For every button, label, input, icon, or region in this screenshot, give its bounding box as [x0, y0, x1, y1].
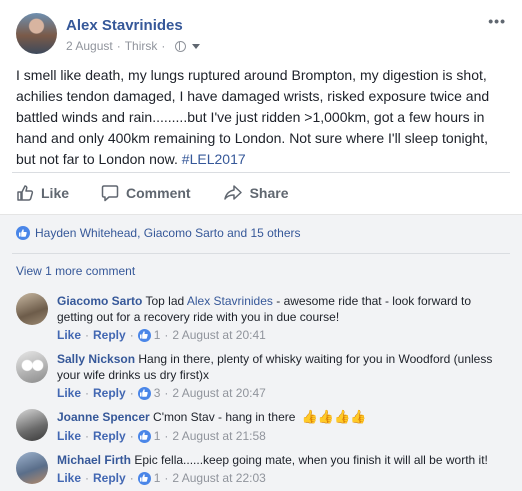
comment-like-link[interactable]: Like [57, 471, 81, 485]
comment-timestamp[interactable]: 2 August at 21:58 [172, 429, 265, 443]
post-date[interactable]: 2 August [66, 39, 113, 53]
comment-like-count[interactable]: 1 [154, 471, 161, 485]
share-label: Share [249, 185, 289, 201]
comment-like-count[interactable]: 1 [154, 328, 161, 342]
comment-actions: Like · Reply · 1 · 2 August at 21:58 [57, 429, 266, 443]
comment-body: Sally Nickson Hang in there, plenty of w… [57, 351, 507, 383]
comment-text: Epic fella......keep going mate, when yo… [134, 453, 488, 467]
comment-like-link[interactable]: Like [57, 386, 81, 400]
facebook-post: Alex Stavrinides 2 August · Thirsk · •••… [0, 0, 522, 491]
reactions-summary[interactable]: Hayden Whitehead, Giacomo Sarto and 15 o… [16, 226, 301, 240]
globe-icon [175, 40, 187, 52]
author-avatar[interactable] [16, 13, 57, 54]
comment-timestamp[interactable]: 2 August at 20:41 [172, 328, 265, 342]
separator: · [85, 328, 90, 342]
separator: · [129, 471, 134, 485]
separator: · [85, 386, 90, 400]
thumbs-up-icon [17, 185, 34, 201]
comment-icon [101, 185, 119, 202]
separator: · [129, 386, 134, 400]
comment-like-link[interactable]: Like [57, 328, 81, 342]
author-name[interactable]: Alex Stavrinides [66, 17, 183, 34]
post-body: I smell like death, my lungs ruptured ar… [16, 67, 490, 167]
more-options-icon[interactable]: ••• [488, 13, 506, 29]
comment-reply-link[interactable]: Reply [93, 471, 126, 485]
separator: · [85, 471, 90, 485]
like-button[interactable]: Like [16, 184, 69, 202]
separator: · [164, 328, 169, 342]
comment-timestamp[interactable]: 2 August at 22:03 [172, 471, 265, 485]
meta-separator: · [116, 39, 121, 53]
post-meta: 2 August · Thirsk · [66, 39, 201, 53]
comment-timestamp[interactable]: 2 August at 20:47 [172, 386, 265, 400]
post-actions: Like Comment Share [16, 180, 321, 206]
commenter-avatar[interactable] [16, 351, 48, 383]
commenter-name[interactable]: Sally Nickson [57, 352, 135, 366]
commenter-name[interactable]: Michael Firth [57, 453, 131, 467]
commenter-avatar[interactable] [16, 409, 48, 441]
comment-text: C'mon Stav - hang in there [153, 410, 299, 424]
comment-reply-link[interactable]: Reply [93, 386, 126, 400]
commenter-avatar[interactable] [16, 452, 48, 484]
like-reaction-icon [16, 226, 30, 240]
comment-button[interactable]: Comment [101, 184, 191, 202]
separator: · [129, 429, 134, 443]
reactions-text: Hayden Whitehead, Giacomo Sarto and 15 o… [35, 226, 301, 240]
separator: · [164, 429, 169, 443]
comment-body: Michael Firth Epic fella......keep going… [57, 452, 507, 468]
comment-actions: Like · Reply · 1 · 2 August at 20:41 [57, 328, 266, 342]
comments-section: Hayden Whitehead, Giacomo Sarto and 15 o… [0, 214, 522, 491]
post-hashtag[interactable]: #LEL2017 [182, 151, 246, 167]
divider [12, 172, 510, 173]
post-location[interactable]: Thirsk [125, 39, 158, 53]
comment-like-count[interactable]: 3 [154, 386, 161, 400]
commenter-avatar[interactable] [16, 293, 48, 325]
comment-reply-link[interactable]: Reply [93, 328, 126, 342]
like-reaction-icon [137, 386, 151, 400]
separator: · [85, 429, 90, 443]
commenter-name[interactable]: Giacomo Sarto [57, 294, 142, 308]
thumbs-up-emoji: 👍👍👍👍 [301, 409, 367, 424]
comment-like-count[interactable]: 1 [154, 429, 161, 443]
comment-text: Top lad [145, 294, 187, 308]
comment-body: Giacomo Sarto Top lad Alex Stavrinides -… [57, 293, 507, 325]
share-button[interactable]: Share [223, 184, 289, 202]
separator: · [164, 471, 169, 485]
comment-mention[interactable]: Alex Stavrinides [187, 294, 273, 308]
separator: · [129, 328, 134, 342]
separator: · [164, 386, 169, 400]
like-reaction-icon [137, 471, 151, 485]
commenter-name[interactable]: Joanne Spencer [57, 410, 150, 424]
comment-like-link[interactable]: Like [57, 429, 81, 443]
privacy-dropdown-icon[interactable] [192, 43, 201, 49]
comment-reply-link[interactable]: Reply [93, 429, 126, 443]
comment-body: Joanne Spencer C'mon Stav - hang in ther… [57, 409, 507, 425]
comment-label: Comment [126, 185, 191, 201]
view-more-comments-link[interactable]: View 1 more comment [16, 264, 135, 278]
like-label: Like [41, 185, 70, 201]
comment-actions: Like · Reply · 3 · 2 August at 20:47 [57, 386, 266, 400]
like-reaction-icon [137, 429, 151, 443]
divider [12, 253, 510, 254]
comment-actions: Like · Reply · 1 · 2 August at 22:03 [57, 471, 266, 485]
post-text: I smell like death, my lungs ruptured ar… [16, 65, 511, 170]
like-reaction-icon [137, 328, 151, 342]
meta-separator: · [161, 39, 166, 53]
share-icon [223, 185, 242, 200]
